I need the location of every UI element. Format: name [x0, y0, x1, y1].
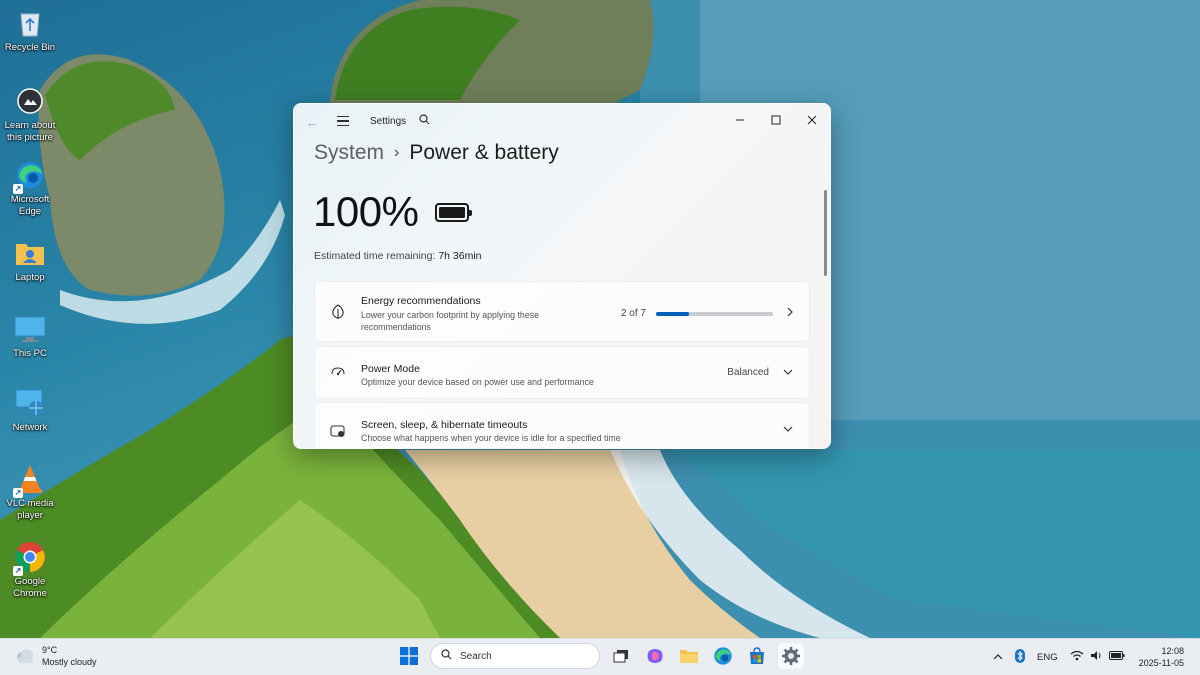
breadcrumb: System › Power & battery [314, 141, 559, 165]
network-icon [13, 386, 47, 420]
card-subtitle: Optimize your device based on power use … [361, 377, 594, 387]
desktop-icon-google-chrome[interactable]: ↗ Google Chrome [0, 540, 60, 600]
search-placeholder: Search [460, 650, 492, 662]
taskbar-pinned-apps: Search [396, 643, 812, 669]
language-indicator[interactable]: ENG [1037, 652, 1058, 663]
settings-gear-icon[interactable] [778, 643, 804, 669]
card-subtitle: Lower your carbon footprint by applying … [361, 310, 539, 332]
leaf-icon [330, 304, 346, 320]
monitor-icon [13, 312, 47, 346]
recycle-bin-icon [13, 6, 47, 40]
system-tray: ENG 12:08 2025-11-05 [981, 645, 1184, 669]
card-title: Energy recommendations [361, 295, 481, 307]
card-subtitle: Choose what happens when your device is … [361, 433, 621, 443]
chrome-icon: ↗ [13, 540, 47, 576]
expand-chevron[interactable] [783, 424, 793, 435]
vlc-cone-icon: ↗ [13, 462, 47, 498]
breadcrumb-system-link[interactable]: System [314, 141, 384, 164]
weather-condition: Mostly cloudy [42, 657, 97, 667]
search-icon [441, 649, 452, 663]
file-explorer-icon[interactable] [676, 643, 702, 669]
search-icon[interactable] [419, 114, 430, 128]
card-title: Power Mode [361, 363, 420, 375]
power-mode-value: Balanced [727, 367, 769, 378]
sleep-screen-icon [330, 424, 346, 440]
clock[interactable]: 12:08 2025-11-05 [1139, 645, 1184, 669]
minimize-button[interactable] [728, 110, 752, 130]
power-mode-dropdown[interactable]: Balanced [727, 367, 793, 378]
power-mode-icon [330, 365, 346, 381]
maximize-button[interactable] [764, 110, 788, 130]
chevron-up-icon[interactable] [993, 652, 1003, 663]
chevron-right-icon: › [394, 144, 400, 161]
start-button[interactable] [396, 643, 422, 669]
recommendation-count: 2 of 7 [620, 308, 646, 319]
desktop-icon-microsoft-edge[interactable]: ↗ Microsoft Edge [0, 158, 60, 218]
chevron-right-icon [787, 307, 793, 320]
chevron-down-icon [783, 367, 793, 378]
desktop-icon-vlc[interactable]: ↗ VLC media player [0, 462, 60, 522]
settings-window: ← Settings System › Power & battery 100% E… [293, 103, 831, 449]
card-title: Screen, sleep, & hibernate timeouts [361, 419, 528, 431]
taskbar-search-box[interactable]: Search [430, 643, 600, 669]
edge-taskbar-icon[interactable] [710, 643, 736, 669]
battery-tray-icon[interactable] [1108, 651, 1125, 663]
hamburger-menu-icon[interactable] [337, 116, 349, 126]
camera-info-icon [13, 84, 47, 118]
shortcut-arrow-icon: ↗ [13, 566, 23, 576]
shortcut-arrow-icon: ↗ [13, 488, 23, 498]
edge-icon: ↗ [13, 158, 47, 194]
shortcut-arrow-icon: ↗ [13, 184, 23, 194]
power-mode-card[interactable]: Power Mode Optimize your device based on… [314, 346, 810, 399]
recommendations-progress-bar [656, 311, 773, 316]
battery-icon [435, 203, 472, 222]
bluetooth-icon[interactable] [1015, 648, 1026, 666]
back-arrow-icon[interactable]: ← [306, 115, 319, 130]
battery-percentage: 100% [313, 188, 419, 235]
desktop-icon-network[interactable]: Network [0, 386, 60, 434]
taskbar: 9°C Mostly cloudy Search ENG 12:08 2025-… [0, 638, 1200, 675]
energy-recommendations-card[interactable]: Energy recommendations Lower your carbon… [314, 281, 810, 342]
title-bar[interactable]: ← Settings [294, 104, 830, 138]
wifi-icon[interactable] [1070, 650, 1084, 664]
card-status: 2 of 7 [621, 307, 793, 320]
volume-icon[interactable] [1090, 650, 1103, 664]
task-view-button[interactable] [608, 643, 634, 669]
desktop-icon-laptop[interactable]: Laptop [0, 236, 60, 284]
chevron-down-icon [783, 424, 793, 435]
cloud-icon [14, 648, 36, 664]
desktop-icon-learn-about-picture[interactable]: Learn about this picture [0, 84, 60, 144]
clock-date: 2025-11-05 [1138, 658, 1184, 668]
close-button[interactable] [800, 110, 824, 130]
clock-time: 12:08 [1161, 646, 1184, 656]
weather-temperature: 9°C [42, 645, 58, 655]
desktop-icon-this-pc[interactable]: This PC [0, 312, 60, 360]
weather-widget[interactable]: 9°C Mostly cloudy [14, 644, 97, 668]
desktop-icon-recycle-bin[interactable]: Recycle Bin [0, 6, 60, 54]
copilot-icon[interactable] [642, 643, 668, 669]
page-title: Power & battery [409, 141, 559, 164]
window-title: Settings [370, 116, 407, 127]
estimated-time-label: Estimated time remaining: [314, 250, 436, 262]
vertical-scrollbar[interactable] [824, 190, 827, 276]
microsoft-store-icon[interactable] [744, 643, 770, 669]
screen-sleep-hibernate-card[interactable]: Screen, sleep, & hibernate timeouts Choo… [314, 402, 810, 448]
estimated-time-remaining: Estimated time remaining: 7h 36min [314, 250, 482, 262]
user-folder-icon [13, 236, 47, 270]
estimated-time-value: 7h 36min [438, 250, 482, 262]
